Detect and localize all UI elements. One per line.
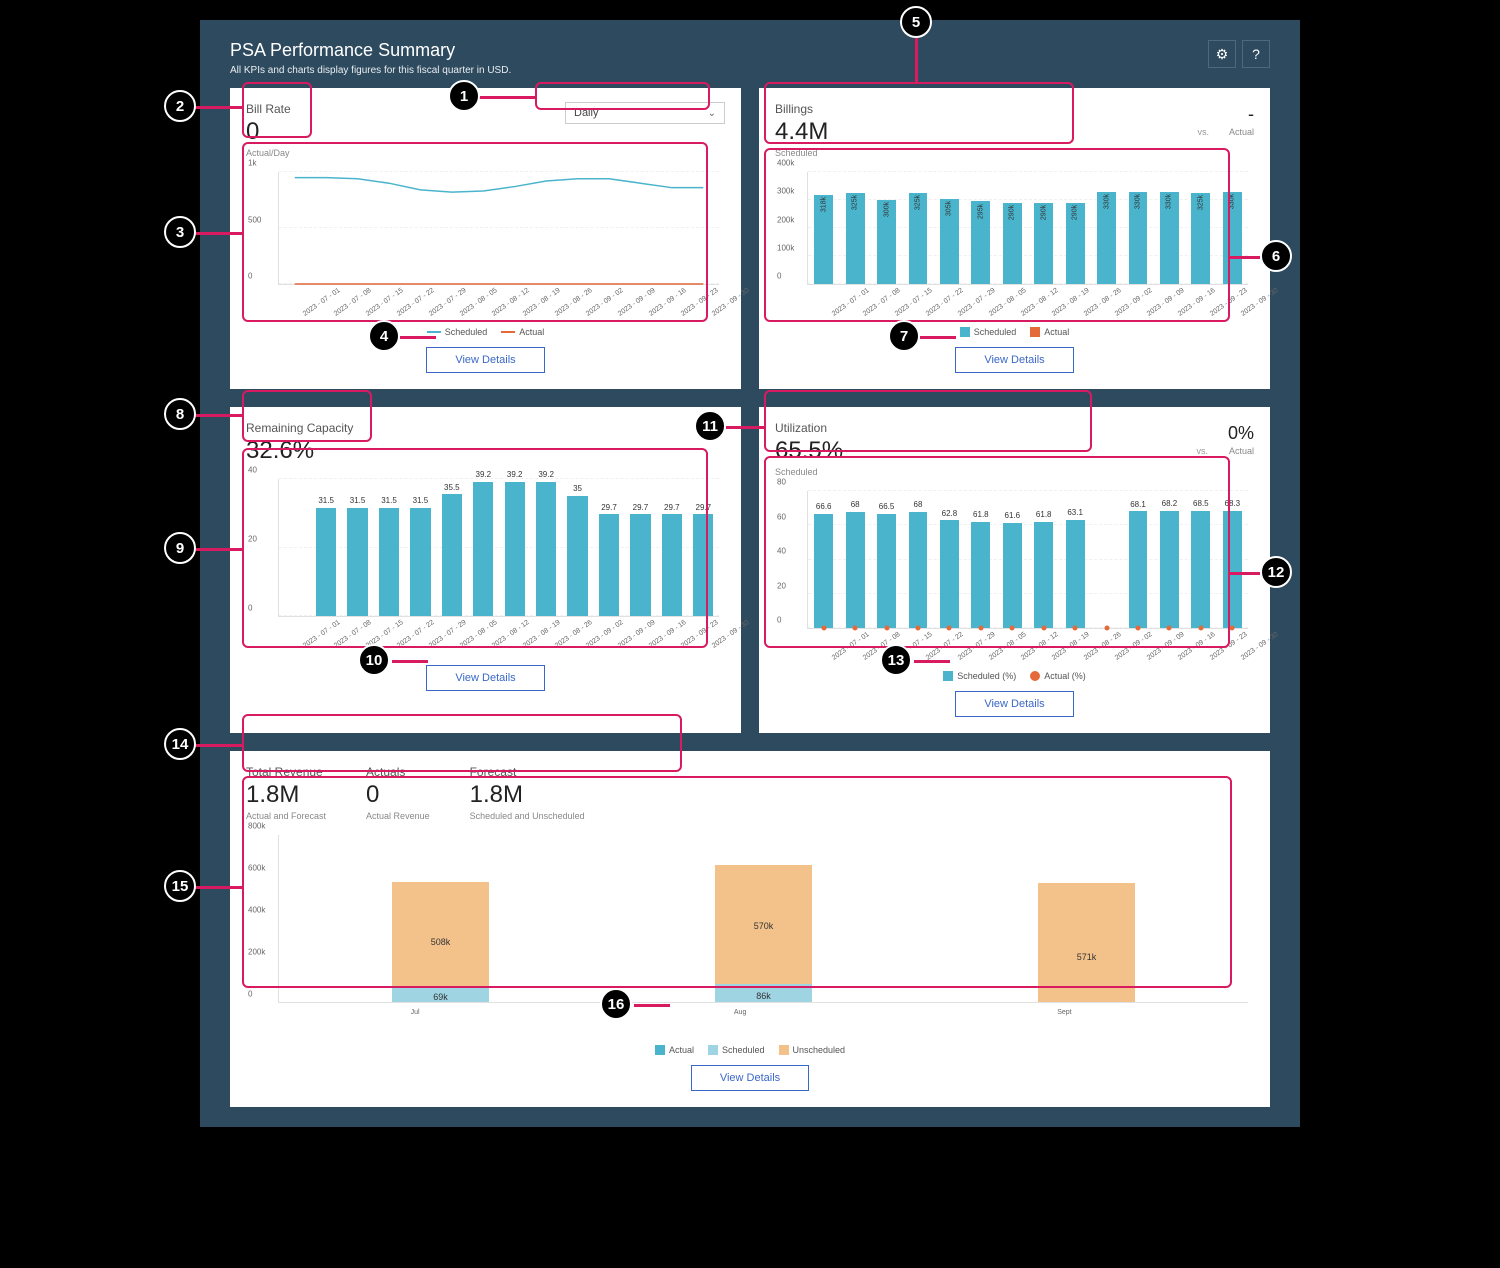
revenue-sub: Actual and Forecast — [246, 811, 326, 821]
remaining-capacity-view-details-button[interactable]: View Details — [426, 665, 544, 691]
utilization-label: Utilization — [775, 421, 843, 435]
dashboard-frame: PSA Performance Summary All KPIs and cha… — [200, 20, 1300, 1127]
utilization-chart: 66.66866.56862.861.861.661.863.168.168.2… — [775, 487, 1254, 667]
utilization-value: 65.5% — [775, 437, 843, 465]
remaining-capacity-value: 32.6% — [246, 437, 725, 465]
revenue-forecast-label: Forecast — [470, 765, 585, 779]
billings-legend: Scheduled Actual — [775, 327, 1254, 337]
revenue-actuals-sub: Actual Revenue — [366, 811, 430, 821]
bill-rate-value: 0 — [246, 118, 291, 146]
settings-button[interactable]: ⚙ — [1208, 40, 1236, 68]
revenue-actuals-value: 0 — [366, 781, 430, 809]
revenue-card: Total Revenue 1.8M Actual and Forecast A… — [230, 751, 1270, 1107]
revenue-view-details-button[interactable]: View Details — [691, 1065, 809, 1091]
billings-value: 4.4M — [775, 118, 828, 146]
bill-rate-chart: 05001k2023 - 07 - 012023 - 07 - 082023 -… — [246, 168, 725, 323]
billings-sub: Scheduled — [775, 148, 828, 158]
revenue-forecast-value: 1.8M — [470, 781, 585, 809]
help-icon: ? — [1252, 46, 1260, 62]
page-title: PSA Performance Summary — [230, 40, 511, 61]
revenue-forecast-sub: Scheduled and Unscheduled — [470, 811, 585, 821]
bill-rate-granularity-select[interactable]: Daily ⌄ — [565, 102, 725, 124]
bill-rate-label: Bill Rate — [246, 102, 291, 116]
revenue-actuals-label: Actuals — [366, 765, 430, 779]
billings-actual-value: - — [1229, 104, 1254, 125]
utilization-view-details-button[interactable]: View Details — [955, 691, 1073, 717]
remaining-capacity-label: Remaining Capacity — [246, 421, 725, 435]
bill-rate-sub: Actual/Day — [246, 148, 291, 158]
billings-actual-sub: Actual — [1229, 127, 1254, 137]
utilization-card: Utilization 65.5% Scheduled vs. 0% Actua… — [759, 407, 1270, 733]
billings-label: Billings — [775, 102, 828, 116]
billings-chart: 318k325k300k325k305k295k290k290k290k330k… — [775, 168, 1254, 323]
remaining-capacity-chart: 31.531.531.531.535.539.239.239.23529.729… — [246, 475, 725, 655]
revenue-legend: Actual Scheduled Unscheduled — [246, 1045, 1254, 1055]
bill-rate-view-details-button[interactable]: View Details — [426, 347, 544, 373]
page-header: PSA Performance Summary All KPIs and cha… — [230, 40, 1270, 76]
revenue-label: Total Revenue — [246, 765, 326, 779]
utilization-legend: Scheduled (%) Actual (%) — [775, 671, 1254, 681]
help-button[interactable]: ? — [1242, 40, 1270, 68]
utilization-actual-sub: Actual — [1228, 446, 1254, 456]
utilization-sub: Scheduled — [775, 467, 843, 477]
chevron-down-icon: ⌄ — [708, 108, 716, 119]
remaining-capacity-card: Remaining Capacity 32.6% 31.531.531.531.… — [230, 407, 741, 733]
bill-rate-legend: Scheduled Actual — [246, 327, 725, 337]
gear-icon: ⚙ — [1216, 46, 1229, 62]
billings-card: Billings 4.4M Scheduled vs. - Actual 318… — [759, 88, 1270, 389]
utilization-actual-value: 0% — [1228, 423, 1254, 444]
page-subtitle: All KPIs and charts display figures for … — [230, 65, 511, 76]
billings-view-details-button[interactable]: View Details — [955, 347, 1073, 373]
revenue-value: 1.8M — [246, 781, 326, 809]
bill-rate-card: Bill Rate 0 Actual/Day Daily ⌄ 05001k202… — [230, 88, 741, 389]
revenue-chart: 69k508k86k570k571k0200k400k600k800kJulAu… — [246, 831, 1254, 1041]
